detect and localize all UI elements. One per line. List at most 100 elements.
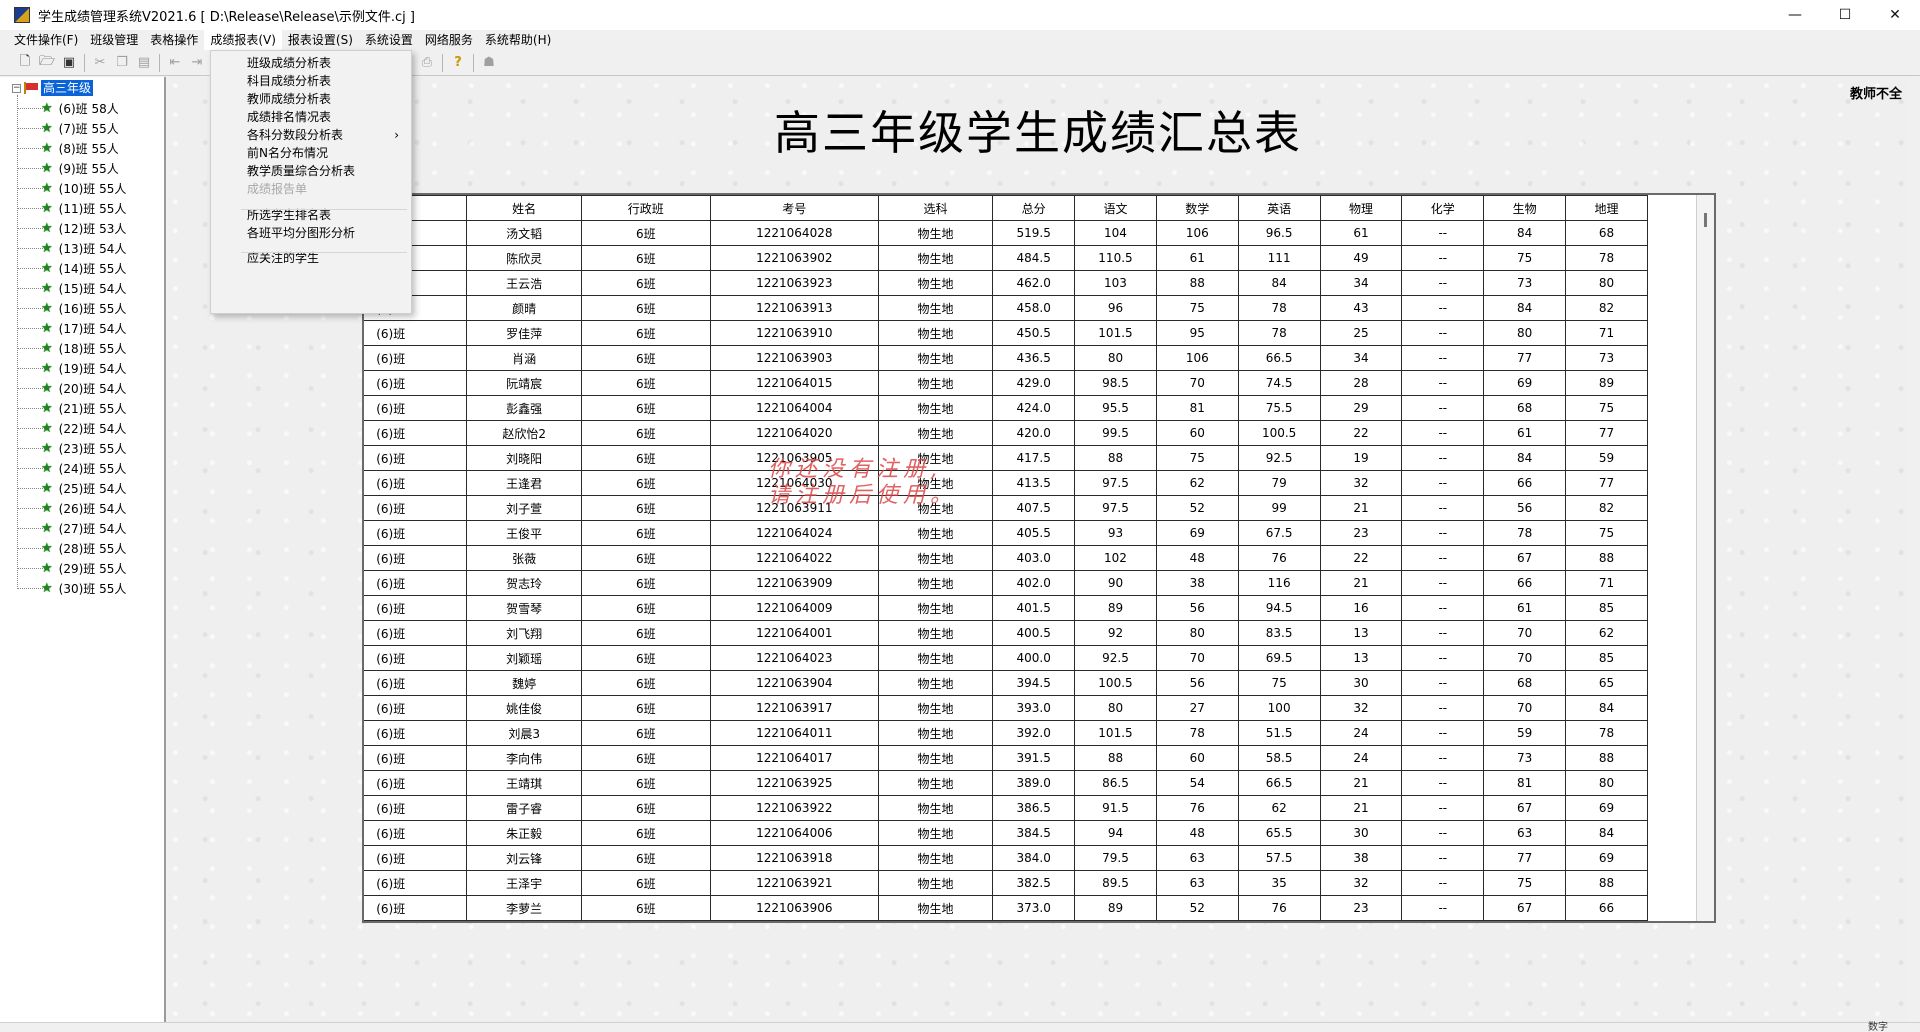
table-cell[interactable]: 69 bbox=[1565, 795, 1648, 821]
table-cell[interactable]: 物生地 bbox=[877, 845, 994, 871]
table-cell[interactable]: 400.0 bbox=[992, 645, 1076, 671]
table-cell[interactable]: 420.0 bbox=[992, 420, 1076, 446]
table-cell[interactable]: 6班 bbox=[580, 220, 711, 246]
table-cell[interactable]: -- bbox=[1401, 845, 1485, 871]
menu-item[interactable]: 成绩报告单 bbox=[211, 179, 411, 199]
table-cell[interactable]: 401.5 bbox=[992, 595, 1076, 621]
table-cell[interactable]: 1221064022 bbox=[709, 545, 879, 571]
table-cell[interactable]: 80 bbox=[1074, 695, 1157, 721]
table-cell[interactable]: 22 bbox=[1319, 420, 1403, 446]
table-cell[interactable]: 78 bbox=[1237, 320, 1321, 346]
table-cell[interactable]: 物生地 bbox=[877, 645, 994, 671]
table-cell[interactable]: 104 bbox=[1074, 220, 1157, 246]
table-cell[interactable]: 61 bbox=[1319, 220, 1403, 246]
table-cell[interactable]: 1221064009 bbox=[709, 595, 879, 621]
table-cell[interactable]: 27 bbox=[1155, 695, 1239, 721]
scrollbar-thumb[interactable] bbox=[1704, 213, 1707, 227]
table-cell[interactable]: 71 bbox=[1565, 320, 1648, 346]
tree-item-class[interactable]: ★ (23)班 55人 bbox=[17, 438, 126, 458]
table-cell[interactable]: 29 bbox=[1319, 395, 1403, 421]
table-cell[interactable]: 424.0 bbox=[992, 395, 1076, 421]
table-cell[interactable]: 1221064028 bbox=[709, 220, 879, 246]
table-row[interactable]: (6)班 刘颖瑶 6班 1221064023 物生地 400.0 92.5 70 69.5 13-… bbox=[364, 645, 1648, 671]
table-cell[interactable]: 19 bbox=[1319, 445, 1403, 471]
table-cell[interactable]: 1221063904 bbox=[709, 670, 879, 696]
table-cell[interactable]: 86.5 bbox=[1074, 770, 1157, 796]
table-cell[interactable]: 417.5 bbox=[992, 445, 1076, 471]
table-cell[interactable]: 6班 bbox=[580, 645, 711, 671]
table-cell[interactable]: 63 bbox=[1155, 870, 1239, 896]
table-cell[interactable]: 张薇 bbox=[466, 545, 582, 571]
table-cell[interactable]: 34 bbox=[1319, 345, 1403, 371]
table-row[interactable]: (6)班颜晴6班1221063913物生地458.096757843--8482 bbox=[364, 295, 1648, 321]
table-cell[interactable]: 物生地 bbox=[877, 820, 994, 846]
table-cell[interactable]: 77 bbox=[1483, 845, 1567, 871]
table-cell[interactable]: (6)班 bbox=[364, 895, 468, 921]
tree-root-grade[interactable]: − 高三年级 bbox=[12, 80, 94, 96]
table-row[interactable]: (6)班 刘子萱 6班 1221063911 物生地 407.5 97.5 52 99 21 -- 5… bbox=[364, 495, 1648, 521]
table-cell[interactable]: 85 bbox=[1565, 645, 1648, 671]
table-cell[interactable]: 76 bbox=[1237, 895, 1321, 921]
table-cell[interactable]: (6)班 bbox=[364, 495, 468, 521]
menu-class-management[interactable]: 班级管理 bbox=[84, 30, 144, 50]
table-cell[interactable]: 汤文韬 bbox=[466, 220, 582, 246]
table-cell[interactable]: 6班 bbox=[580, 245, 711, 271]
table-cell[interactable]: 400.5 bbox=[992, 620, 1076, 646]
table-row[interactable]: (6)班 魏婷 6班 1221063904 物生地 394.5 100.5 56 75 30 -- 6… bbox=[364, 670, 1648, 696]
table-cell[interactable]: 颜晴 bbox=[466, 295, 582, 321]
table-cell[interactable]: 30 bbox=[1319, 670, 1403, 696]
table-cell[interactable]: 1221063918 bbox=[709, 845, 879, 871]
table-cell[interactable]: 69 bbox=[1155, 520, 1239, 546]
table-cell[interactable]: 92 bbox=[1074, 620, 1157, 646]
table-cell[interactable]: -- bbox=[1401, 820, 1485, 846]
table-cell[interactable]: (6)班 bbox=[364, 720, 468, 746]
table-cell[interactable]: 6班 bbox=[580, 895, 711, 921]
table-cell[interactable]: -- bbox=[1401, 720, 1485, 746]
table-cell[interactable]: 物生地 bbox=[877, 620, 994, 646]
table-cell[interactable]: 436.5 bbox=[992, 345, 1076, 371]
table-cell[interactable]: 物生地 bbox=[877, 245, 994, 271]
table-cell[interactable]: 84 bbox=[1237, 270, 1321, 296]
table-cell[interactable]: 100.5 bbox=[1074, 670, 1157, 696]
help-icon[interactable]: ? bbox=[447, 52, 469, 74]
table-cell[interactable]: 99 bbox=[1237, 495, 1321, 521]
table-cell[interactable]: 6班 bbox=[580, 795, 711, 821]
table-cell[interactable]: 物生地 bbox=[877, 220, 994, 246]
table-cell[interactable]: 59 bbox=[1483, 720, 1567, 746]
table-cell[interactable]: 王靖琪 bbox=[466, 770, 582, 796]
table-cell[interactable]: 物生地 bbox=[877, 445, 994, 471]
table-cell[interactable]: 88 bbox=[1155, 270, 1239, 296]
table-cell[interactable]: 80 bbox=[1483, 320, 1567, 346]
table-cell[interactable]: 68 bbox=[1483, 670, 1567, 696]
table-row[interactable]: (6)班 刘飞翔 6班 1221064001 物生地 400.5 92 80 83.5 13 -- 7… bbox=[364, 620, 1648, 646]
tree-item-class[interactable]: ★ (27)班 54人 bbox=[17, 518, 126, 538]
table-cell[interactable]: 刘晓阳 bbox=[466, 445, 582, 471]
table-cell[interactable]: 58.5 bbox=[1237, 745, 1321, 771]
table-cell[interactable]: 73 bbox=[1483, 270, 1567, 296]
menu-network-service[interactable]: 网络服务 bbox=[419, 30, 479, 50]
table-cell[interactable]: 79 bbox=[1237, 470, 1321, 496]
table-cell[interactable]: 6班 bbox=[580, 670, 711, 696]
table-cell[interactable]: 物生地 bbox=[877, 720, 994, 746]
tree-item-class[interactable]: ★ (18)班 55人 bbox=[17, 338, 126, 358]
close-button[interactable]: ✕ bbox=[1870, 0, 1920, 30]
table-cell[interactable]: -- bbox=[1401, 295, 1485, 321]
table-cell[interactable]: 70 bbox=[1483, 695, 1567, 721]
table-cell[interactable]: -- bbox=[1401, 270, 1485, 296]
table-cell[interactable]: -- bbox=[1401, 395, 1485, 421]
table-cell[interactable]: 405.5 bbox=[992, 520, 1076, 546]
table-cell[interactable]: 16 bbox=[1319, 595, 1403, 621]
table-cell[interactable]: 21 bbox=[1319, 570, 1403, 596]
table-cell[interactable]: -- bbox=[1401, 420, 1485, 446]
table-cell[interactable]: 62 bbox=[1565, 620, 1648, 646]
tree-root-label[interactable]: 高三年级 bbox=[41, 80, 94, 96]
new-icon[interactable]: 🗋 bbox=[14, 52, 36, 74]
table-cell[interactable]: -- bbox=[1401, 520, 1485, 546]
table-cell[interactable]: 6班 bbox=[580, 770, 711, 796]
table-cell[interactable]: 57.5 bbox=[1237, 845, 1321, 871]
cut-icon[interactable]: ✂ bbox=[89, 52, 111, 74]
table-cell[interactable]: (6)班 bbox=[364, 870, 468, 896]
tree-item-class[interactable]: ★ (14)班 55人 bbox=[17, 258, 126, 278]
column-header[interactable]: 物理 bbox=[1319, 195, 1403, 221]
table-row[interactable]: (6)班 罗佳萍 6班 1221063910 物生地 450.5 101.5 95 78 25 --… bbox=[364, 320, 1648, 346]
